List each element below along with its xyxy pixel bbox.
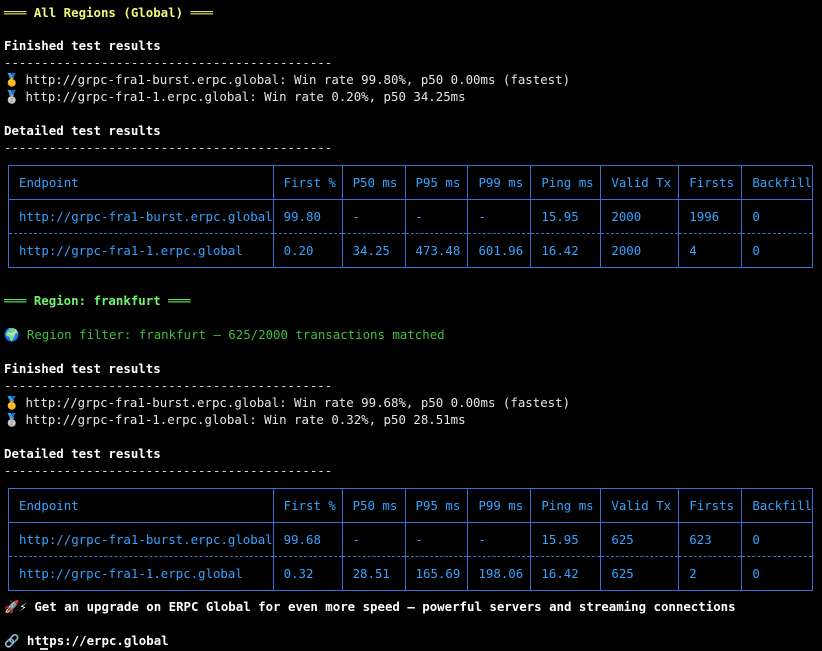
col-p99: P99 ms	[467, 488, 531, 523]
result-line-2: 🥈 http://grpc-fra1-1.erpc.global: Win ra…	[4, 88, 466, 105]
section-heading-global: ═══ All Regions (Global) ═══	[4, 5, 213, 20]
col-backfill: Backfill	[741, 488, 813, 523]
table-row: http://grpc-fra1-1.erpc.global 0.20 34.2…	[9, 233, 813, 268]
result-text: http://grpc-fra1-1.erpc.global: Win rate…	[25, 412, 466, 427]
detailed-results-title: Detailed test results	[4, 123, 161, 138]
cell-firsts: 1996	[678, 199, 742, 234]
results-table-frankfurt: Endpoint First % P50 ms P95 ms P99 ms Pi…	[8, 488, 813, 591]
gold-medal-icon: 🥇	[4, 72, 20, 87]
cell-backfill: 0	[741, 199, 813, 234]
finished-results-title: Finished test results	[4, 361, 161, 376]
cell-p50: -	[341, 522, 406, 557]
result-line-1: 🥇 http://grpc-fra1-burst.erpc.global: Wi…	[4, 394, 570, 411]
section-heading-frankfurt: ═══ Region: frankfurt ═══	[4, 293, 191, 308]
col-firsts: Firsts	[678, 165, 742, 200]
cell-first-pct: 99.80	[272, 199, 343, 234]
terminal-cursor	[40, 648, 48, 650]
cell-p95: -	[404, 522, 468, 557]
cell-firsts: 2	[678, 556, 742, 591]
silver-medal-icon: 🥈	[4, 89, 20, 104]
cell-ping: 16.42	[530, 556, 601, 591]
col-p95: P95 ms	[404, 488, 468, 523]
result-line-1: 🥇 http://grpc-fra1-burst.erpc.global: Wi…	[4, 71, 570, 88]
results-table-global: Endpoint First % P50 ms P95 ms P99 ms Pi…	[8, 165, 813, 268]
cell-p95: 165.69	[404, 556, 468, 591]
cell-endpoint: http://grpc-fra1-1.erpc.global	[19, 566, 243, 581]
cell-p99: 198.06	[467, 556, 531, 591]
cell-firsts: 4	[678, 233, 742, 268]
cell-p99: -	[467, 522, 531, 557]
col-p95: P95 ms	[404, 165, 468, 200]
table-header-row: Endpoint First % P50 ms P95 ms P99 ms Pi…	[8, 488, 813, 523]
cell-p99: -	[467, 199, 531, 234]
divider: ----------------------------------------…	[4, 55, 333, 70]
cell-backfill: 0	[741, 556, 813, 591]
cell-p50: 28.51	[341, 556, 406, 591]
table-row: http://grpc-fra1-1.erpc.global 0.32 28.5…	[9, 556, 813, 591]
gold-medal-icon: 🥇	[4, 395, 20, 410]
cell-endpoint: http://grpc-fra1-burst.erpc.global	[8, 522, 274, 557]
cell-backfill: 0	[741, 233, 813, 268]
cell-endpoint: http://grpc-fra1-burst.erpc.global	[8, 199, 274, 234]
promo-line: 🚀⚡ Get an upgrade on ERPC Global for eve…	[4, 599, 736, 614]
col-ping: Ping ms	[530, 165, 601, 200]
cell-valid-tx: 625	[600, 522, 679, 557]
finished-results-title: Finished test results	[4, 38, 161, 53]
silver-medal-icon: 🥈	[4, 412, 20, 427]
result-text: http://grpc-fra1-1.erpc.global: Win rate…	[25, 89, 466, 104]
detailed-results-title: Detailed test results	[4, 446, 161, 461]
col-ping: Ping ms	[530, 488, 601, 523]
cell-p99: 601.96	[467, 233, 531, 268]
cell-ping: 15.95	[530, 199, 601, 234]
col-first-pct: First %	[272, 165, 343, 200]
table-row: http://grpc-fra1-burst.erpc.global 99.80…	[8, 199, 813, 234]
cell-p95: -	[404, 199, 468, 234]
result-text: http://grpc-fra1-burst.erpc.global: Win …	[25, 395, 571, 410]
cell-p50: 34.25	[341, 233, 406, 268]
col-p50: P50 ms	[341, 165, 406, 200]
cell-valid-tx: 625	[600, 556, 679, 591]
cell-ping: 15.95	[530, 522, 601, 557]
result-text: http://grpc-fra1-burst.erpc.global: Win …	[25, 72, 571, 87]
col-valid-tx: Valid Tx	[600, 165, 679, 200]
cell-p50: -	[341, 199, 406, 234]
col-valid-tx: Valid Tx	[600, 488, 679, 523]
col-firsts: Firsts	[678, 488, 742, 523]
region-filter-line: 🌍 Region filter: frankfurt – 625/2000 tr…	[4, 327, 445, 342]
cell-endpoint: http://grpc-fra1-1.erpc.global	[19, 243, 243, 258]
cell-firsts: 623	[678, 522, 742, 557]
divider: ----------------------------------------…	[4, 378, 333, 393]
result-line-2: 🥈 http://grpc-fra1-1.erpc.global: Win ra…	[4, 411, 466, 428]
cell-valid-tx: 2000	[600, 199, 679, 234]
cell-first-pct: 0.20	[272, 233, 343, 268]
cell-valid-tx: 2000	[600, 233, 679, 268]
cell-p95: 473.48	[404, 233, 468, 268]
cell-first-pct: 0.32	[272, 556, 343, 591]
cell-first-pct: 99.68	[272, 522, 343, 557]
table-header-row: Endpoint First % P50 ms P95 ms P99 ms Pi…	[8, 165, 813, 200]
col-p50: P50 ms	[341, 488, 406, 523]
divider: ----------------------------------------…	[4, 140, 333, 155]
col-p99: P99 ms	[467, 165, 531, 200]
erpc-link[interactable]: 🔗 https://erpc.global	[4, 632, 169, 649]
col-endpoint: Endpoint	[19, 175, 79, 190]
col-first-pct: First %	[272, 488, 343, 523]
divider: ----------------------------------------…	[4, 463, 333, 478]
terminal-window: ═══ All Regions (Global) ═══ Finished te…	[0, 0, 822, 651]
col-endpoint: Endpoint	[19, 498, 79, 513]
col-backfill: Backfill	[741, 165, 813, 200]
table-row: http://grpc-fra1-burst.erpc.global 99.68…	[8, 522, 813, 557]
cell-backfill: 0	[741, 522, 813, 557]
cell-ping: 16.42	[530, 233, 601, 268]
